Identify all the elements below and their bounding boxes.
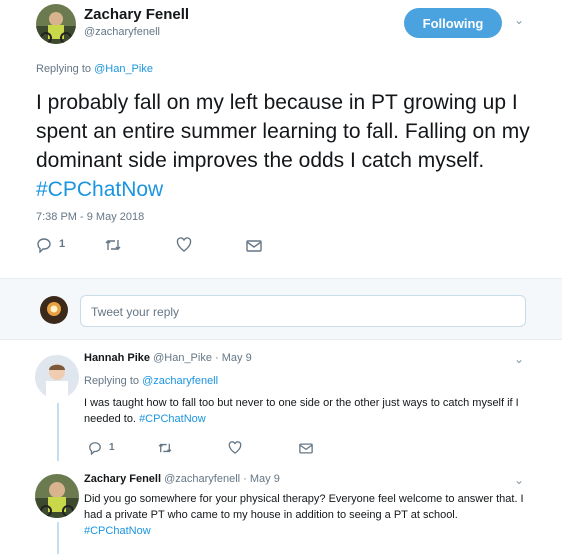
hashtag-link[interactable]: #CPChatNow <box>84 525 151 537</box>
thread-line <box>57 403 59 461</box>
reply-icon[interactable] <box>88 441 102 455</box>
hashtag-link[interactable]: #CPChatNow <box>139 413 206 425</box>
hashtag-link[interactable]: #CPChatNow <box>36 178 163 201</box>
like-icon[interactable] <box>176 237 192 252</box>
retweet-icon[interactable] <box>157 442 173 454</box>
reply-text: Did you go somewhere for your physical t… <box>84 491 524 539</box>
reply-text: I was taught how to fall too but never t… <box>84 395 539 427</box>
replying-to-handle[interactable]: @zacharyfenell <box>142 375 218 387</box>
reply-handle[interactable]: @Han_Pike <box>153 352 212 364</box>
current-user-avatar <box>40 296 68 324</box>
reply-header: Zachary Fenell @zacharyfenell · May 9 <box>84 473 280 485</box>
tweet-timestamp[interactable]: 7:38 PM - 9 May 2018 <box>36 211 144 223</box>
replying-to: Replying to @Han_Pike <box>36 63 153 75</box>
retweet-icon[interactable] <box>104 238 122 252</box>
reply-date[interactable]: · May 9 <box>243 473 280 485</box>
author-handle[interactable]: @zacharyfenell <box>84 26 160 38</box>
chevron-down-icon[interactable]: ⌄ <box>514 352 524 366</box>
thread-line <box>57 522 59 554</box>
chevron-down-icon[interactable]: ⌄ <box>514 13 524 27</box>
replying-to: Replying to @zacharyfenell <box>84 375 218 387</box>
reply-handle[interactable]: @zacharyfenell <box>164 473 240 485</box>
reply-display-name[interactable]: Hannah Pike <box>84 352 150 364</box>
direct-message-icon[interactable] <box>299 443 313 454</box>
reply-header: Hannah Pike @Han_Pike · May 9 <box>84 352 252 364</box>
tweet-text: I probably fall on my left because in PT… <box>36 88 551 204</box>
chevron-down-icon[interactable]: ⌄ <box>514 473 524 487</box>
reply-input[interactable]: Tweet your reply <box>80 295 526 327</box>
divider <box>0 339 562 340</box>
direct-message-icon[interactable] <box>246 240 262 252</box>
reply-count: 1 <box>109 442 115 453</box>
replying-to-prefix: Replying to <box>84 375 143 387</box>
reply-date[interactable]: · May 9 <box>215 352 252 364</box>
reply-avatar[interactable] <box>35 474 79 518</box>
replying-to-prefix: Replying to <box>36 63 95 75</box>
following-button[interactable]: Following <box>404 8 502 38</box>
reply-display-name[interactable]: Zachary Fenell <box>84 473 161 485</box>
author-display-name[interactable]: Zachary Fenell <box>84 6 189 23</box>
author-avatar[interactable] <box>36 4 76 44</box>
reply-body: Did you go somewhere for your physical t… <box>84 493 524 521</box>
like-icon[interactable] <box>228 441 242 454</box>
tweet-body: I probably fall on my left because in PT… <box>36 91 530 172</box>
reply-icon[interactable] <box>36 237 52 253</box>
reply-count: 1 <box>59 238 66 250</box>
replying-to-handle[interactable]: @Han_Pike <box>94 63 153 75</box>
reply-avatar[interactable] <box>35 355 79 399</box>
